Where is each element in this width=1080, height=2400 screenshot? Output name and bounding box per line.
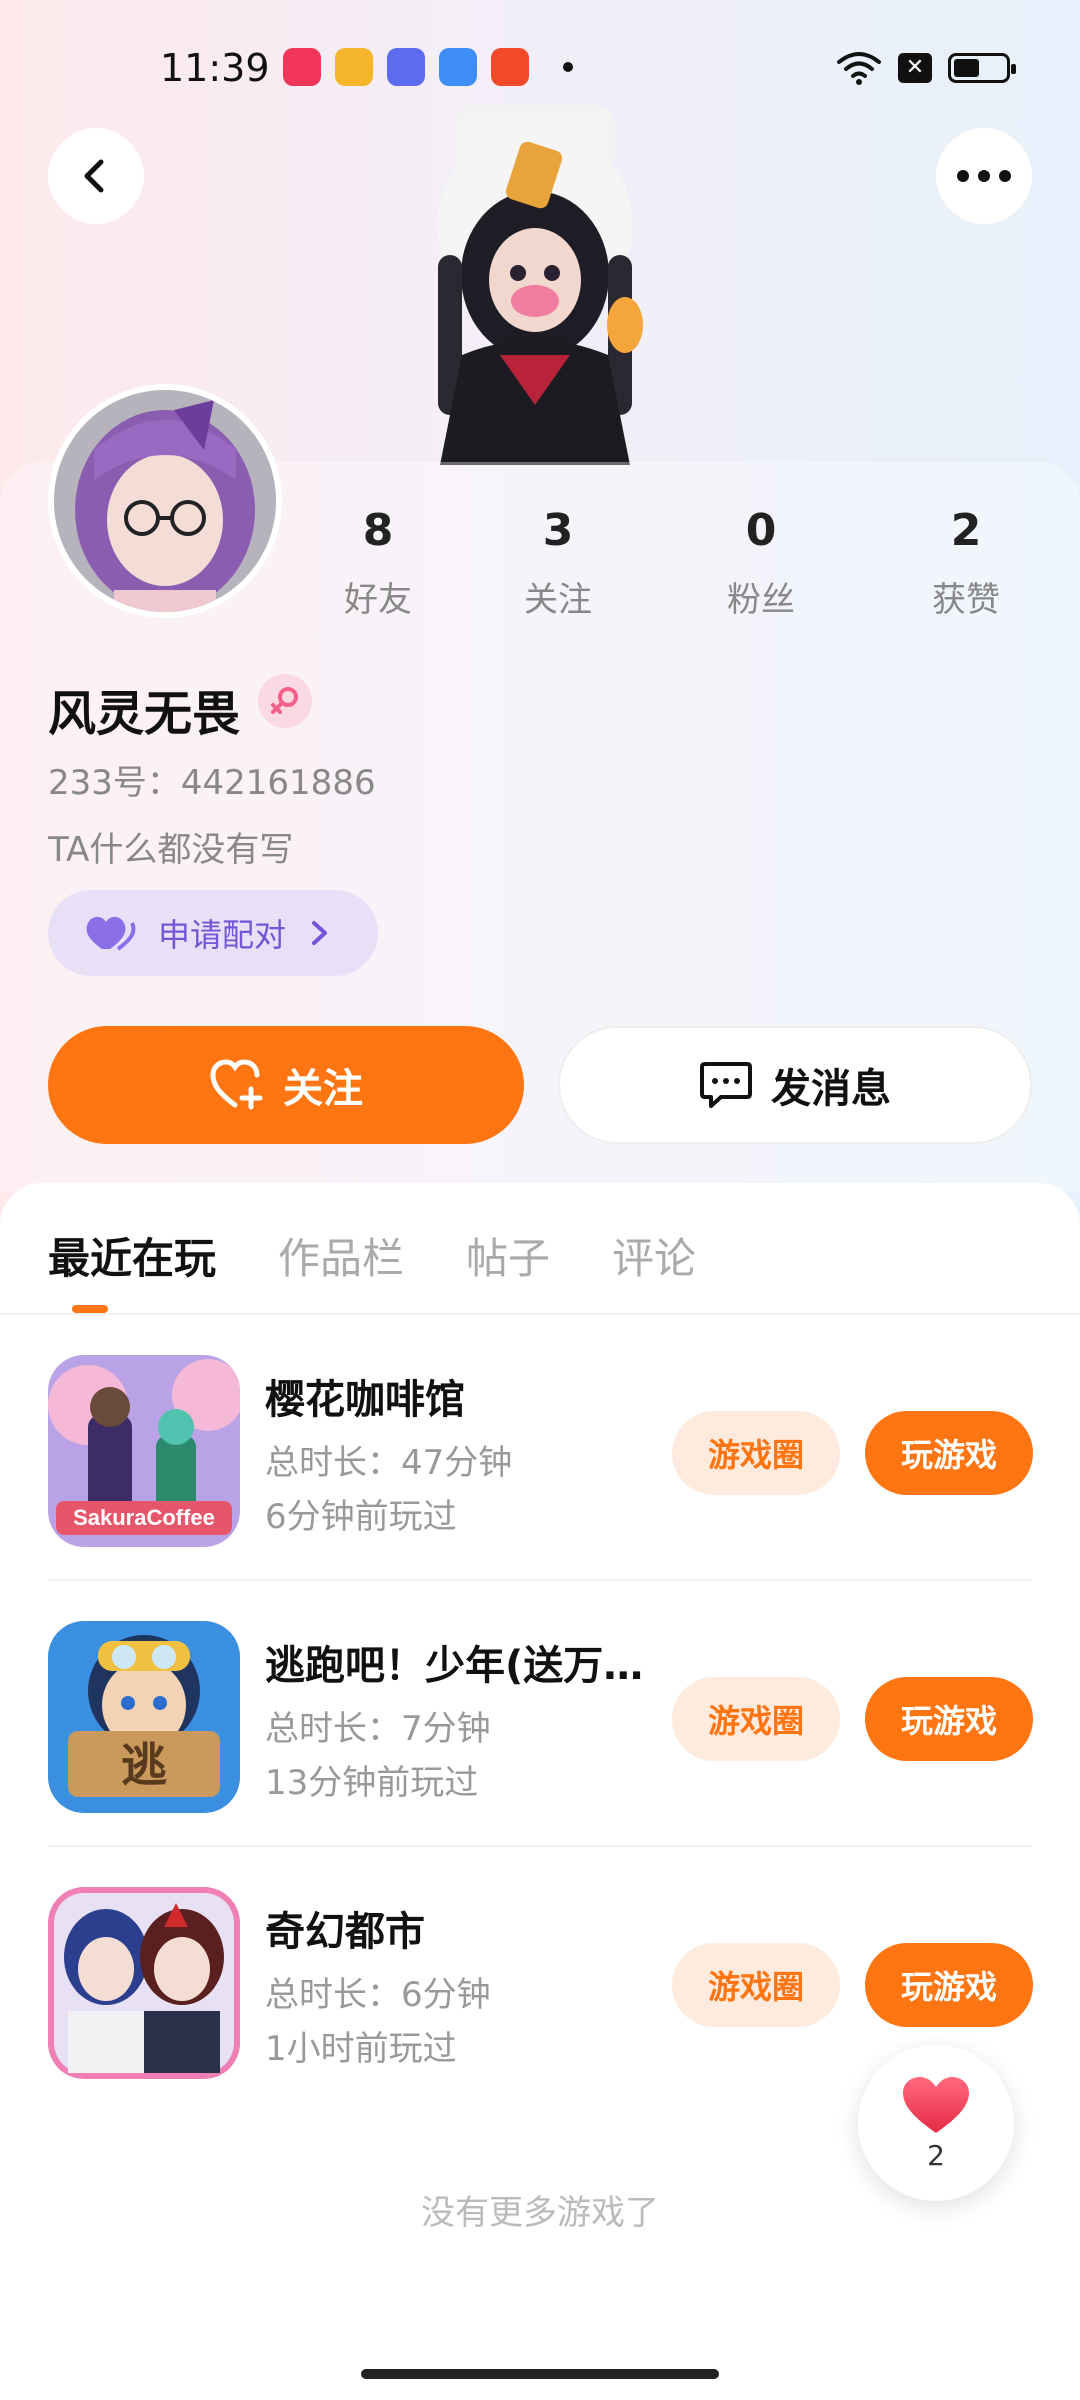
status-time: 11:39 [160,46,270,90]
game-row[interactable]: SakuraCoffee 樱花咖啡馆 总时长：47分钟 6分钟前玩过 游戏圈 玩… [0,1315,1080,1581]
bio: TA什么都没有写 [48,830,294,870]
game-last-played: 6分钟前玩过 [265,1497,457,1537]
stat-following[interactable]: 3 关注 [483,505,633,621]
follow-label: 关注 [283,1066,363,1112]
more-button[interactable] [936,128,1032,224]
stat-label: 粉丝 [727,580,795,620]
video-app-icon [491,48,529,86]
game-last-played: 1小时前玩过 [265,2029,457,2069]
avatar[interactable] [48,384,282,618]
apply-pair-button[interactable]: 申请配对 [48,890,378,976]
play-game-button[interactable]: 玩游戏 [865,1677,1033,1761]
stat-label: 好友 [344,580,412,620]
user-id: 233号：442161886 [48,763,376,803]
game-icon-sakura-coffee[interactable]: SakuraCoffee [48,1355,240,1547]
chevron-right-icon [312,921,328,945]
avatar-character-image [437,105,643,465]
apply-pair-label: 申请配对 [158,916,287,954]
send-message-label: 发消息 [771,1066,891,1112]
more-dots-icon [957,170,1011,182]
send-message-button[interactable]: 发消息 [558,1026,1032,1144]
svg-text:逃: 逃 [121,1738,167,1792]
music-app-icon [283,48,321,86]
feather-app-icon [439,48,477,86]
notification-dot [563,62,573,72]
game-duration: 总时长：47分钟 [265,1443,513,1483]
game-icon-escape-boy[interactable]: 逃 [48,1621,240,1813]
stat-friends[interactable]: 8 好友 [303,505,453,621]
home-indicator[interactable] [361,2369,719,2379]
status-icons: ✕ [836,48,1016,88]
shortcut-app-icon [387,48,425,86]
like-button[interactable]: 2 [858,2045,1014,2201]
active-tab-indicator [72,1305,108,1313]
stat-fans[interactable]: 0 粉丝 [686,505,836,621]
game-circle-button[interactable]: 游戏圈 [672,1677,840,1761]
play-game-button[interactable]: 玩游戏 [865,1943,1033,2027]
game-circle-button[interactable]: 游戏圈 [672,1943,840,2027]
battery-icon [948,53,1016,83]
heart-plus-icon [210,1059,263,1110]
game-name: 奇幻都市 [265,1909,425,1955]
game-duration: 总时长：7分钟 [265,1709,491,1749]
game-name: 樱花咖啡馆 [265,1377,465,1423]
double-heart-icon [86,916,136,951]
stat-label: 关注 [524,580,592,620]
game-duration: 总时长：6分钟 [265,1975,491,2015]
tab-recently-played[interactable]: 最近在玩 [48,1225,216,1286]
stat-value: 8 [362,505,394,556]
stat-likes[interactable]: 2 获赞 [891,505,1041,621]
stat-label: 获赞 [932,580,1000,620]
follow-button[interactable]: 关注 [48,1026,524,1144]
game-row[interactable]: 逃 逃跑吧！少年(送万… 总时长：7分钟 13分钟前玩过 游戏圈 玩游戏 [0,1581,1080,1847]
chevron-left-icon [84,159,104,193]
female-gender-icon [258,674,312,728]
tab-comments[interactable]: 评论 [612,1225,696,1286]
game-last-played: 13分钟前玩过 [265,1763,479,1803]
heart-icon [903,2076,969,2133]
stat-value: 0 [745,505,777,556]
play-game-button[interactable]: 玩游戏 [865,1411,1033,1495]
svg-text:SakuraCoffee: SakuraCoffee [73,1505,215,1530]
weibo-app-icon [335,48,373,86]
like-count: 2 [927,2138,945,2172]
no-sim-icon: ✕ [898,53,932,83]
wifi-icon [837,52,881,85]
game-icon-fantasy-city[interactable] [48,1887,240,2079]
stat-value: 2 [950,505,982,556]
nickname: 风灵无畏 [48,686,241,742]
tab-works[interactable]: 作品栏 [278,1225,404,1286]
tab-posts[interactable]: 帖子 [466,1225,550,1286]
back-button[interactable] [48,128,144,224]
tab-bar: 最近在玩 作品栏 帖子 评论 [48,1225,696,1286]
chat-bubble-icon [700,1062,752,1108]
avatar-image [54,390,276,612]
game-name: 逃跑吧！少年(送万… [265,1643,644,1689]
game-circle-button[interactable]: 游戏圈 [672,1411,840,1495]
stat-value: 3 [542,505,574,556]
